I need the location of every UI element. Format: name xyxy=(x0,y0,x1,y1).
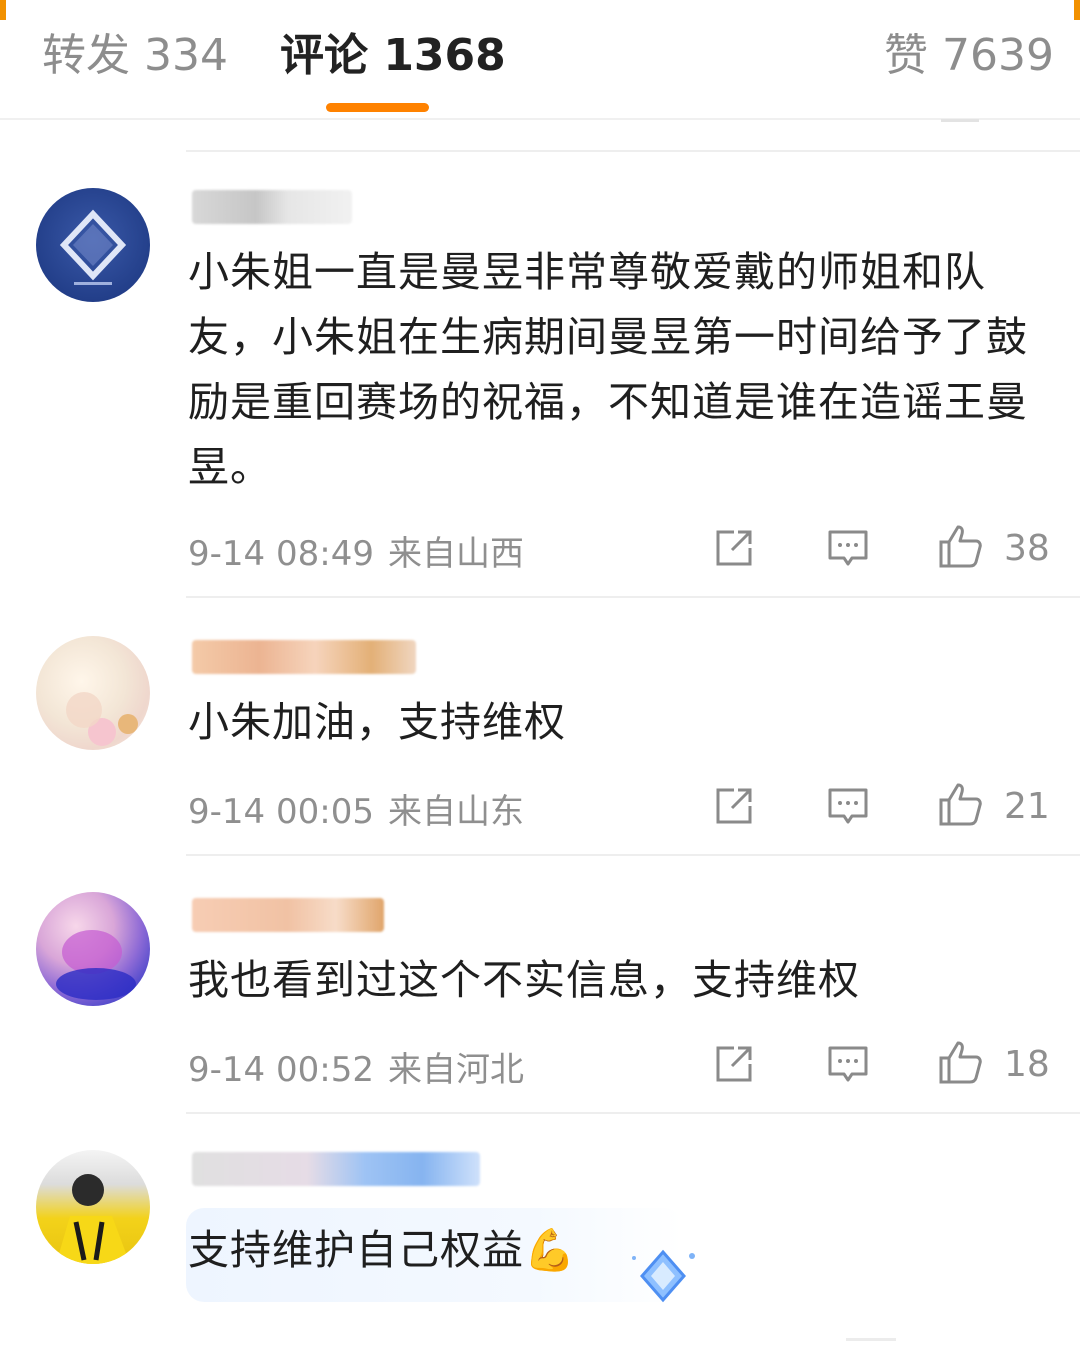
diamond-badge-icon xyxy=(628,1248,698,1304)
comment-location: 来自山东 xyxy=(387,792,524,832)
comment-time: 9-14 00:05 xyxy=(188,792,374,832)
tab-likes[interactable]: 赞 7639 xyxy=(884,28,1054,84)
username[interactable] xyxy=(192,190,352,224)
thumbs-up-icon[interactable] xyxy=(938,524,982,568)
active-tab-indicator xyxy=(326,103,429,112)
comment-icon[interactable] xyxy=(826,526,870,570)
cartoon-avatar-icon xyxy=(66,692,138,746)
like-count: 38 xyxy=(1004,528,1050,569)
comment-location: 来自河北 xyxy=(387,1050,524,1090)
divider xyxy=(186,854,1080,856)
avatar[interactable] xyxy=(36,892,150,1006)
share-icon[interactable] xyxy=(712,784,756,828)
comment-meta: 9-14 00:05 来自山东 xyxy=(188,784,524,833)
edge-accent-right xyxy=(1074,0,1080,20)
photo-avatar-icon xyxy=(56,930,136,1000)
like-count: 21 xyxy=(1004,786,1050,827)
comment-meta: 9-14 08:49 来自山西 xyxy=(188,526,524,575)
thumbs-up-icon[interactable] xyxy=(938,1040,982,1084)
comment-icon[interactable] xyxy=(826,1042,870,1086)
comment-icon[interactable] xyxy=(826,784,870,828)
comment-text: 小朱姐一直是曼昱非常尊敬爱戴的师姐和队友，小朱姐在生病期间曼昱第一时间给予了鼓励… xyxy=(188,248,1028,491)
thumbs-up-icon[interactable] xyxy=(938,782,982,826)
avatar[interactable] xyxy=(36,636,150,750)
tab-comments[interactable]: 评论 1368 xyxy=(280,28,506,84)
comment-time: 9-14 08:49 xyxy=(188,534,374,574)
scroll-remnant xyxy=(846,1338,896,1341)
scroll-remnant xyxy=(941,119,979,122)
divider xyxy=(186,596,1080,598)
comment-meta: 9-14 00:52 来自河北 xyxy=(188,1042,524,1091)
avatar[interactable] xyxy=(36,1150,150,1264)
tab-reposts[interactable]: 转发 334 xyxy=(42,28,228,84)
username[interactable] xyxy=(192,640,416,674)
divider xyxy=(186,150,1080,152)
comment-text: 支持维护自己权益💪 xyxy=(188,1226,577,1274)
username[interactable] xyxy=(192,1152,480,1186)
share-icon[interactable] xyxy=(712,1042,756,1086)
divider xyxy=(186,1112,1080,1114)
like-count: 18 xyxy=(1004,1044,1050,1085)
comment-location: 来自山西 xyxy=(387,534,524,574)
share-icon[interactable] xyxy=(712,526,756,570)
comment-time: 9-14 00:52 xyxy=(188,1050,374,1090)
comment-text: 我也看到过这个不实信息，支持维权 xyxy=(188,956,860,1004)
avatar[interactable] xyxy=(36,188,150,302)
comment-text: 小朱加油，支持维权 xyxy=(188,698,566,746)
tab-bar: 转发 334 评论 1368 赞 7639 xyxy=(0,0,1080,120)
diamond-logo-icon xyxy=(59,209,127,285)
edge-accent-left xyxy=(0,0,6,20)
username[interactable] xyxy=(192,898,384,932)
photo-avatar-icon xyxy=(56,1174,130,1264)
